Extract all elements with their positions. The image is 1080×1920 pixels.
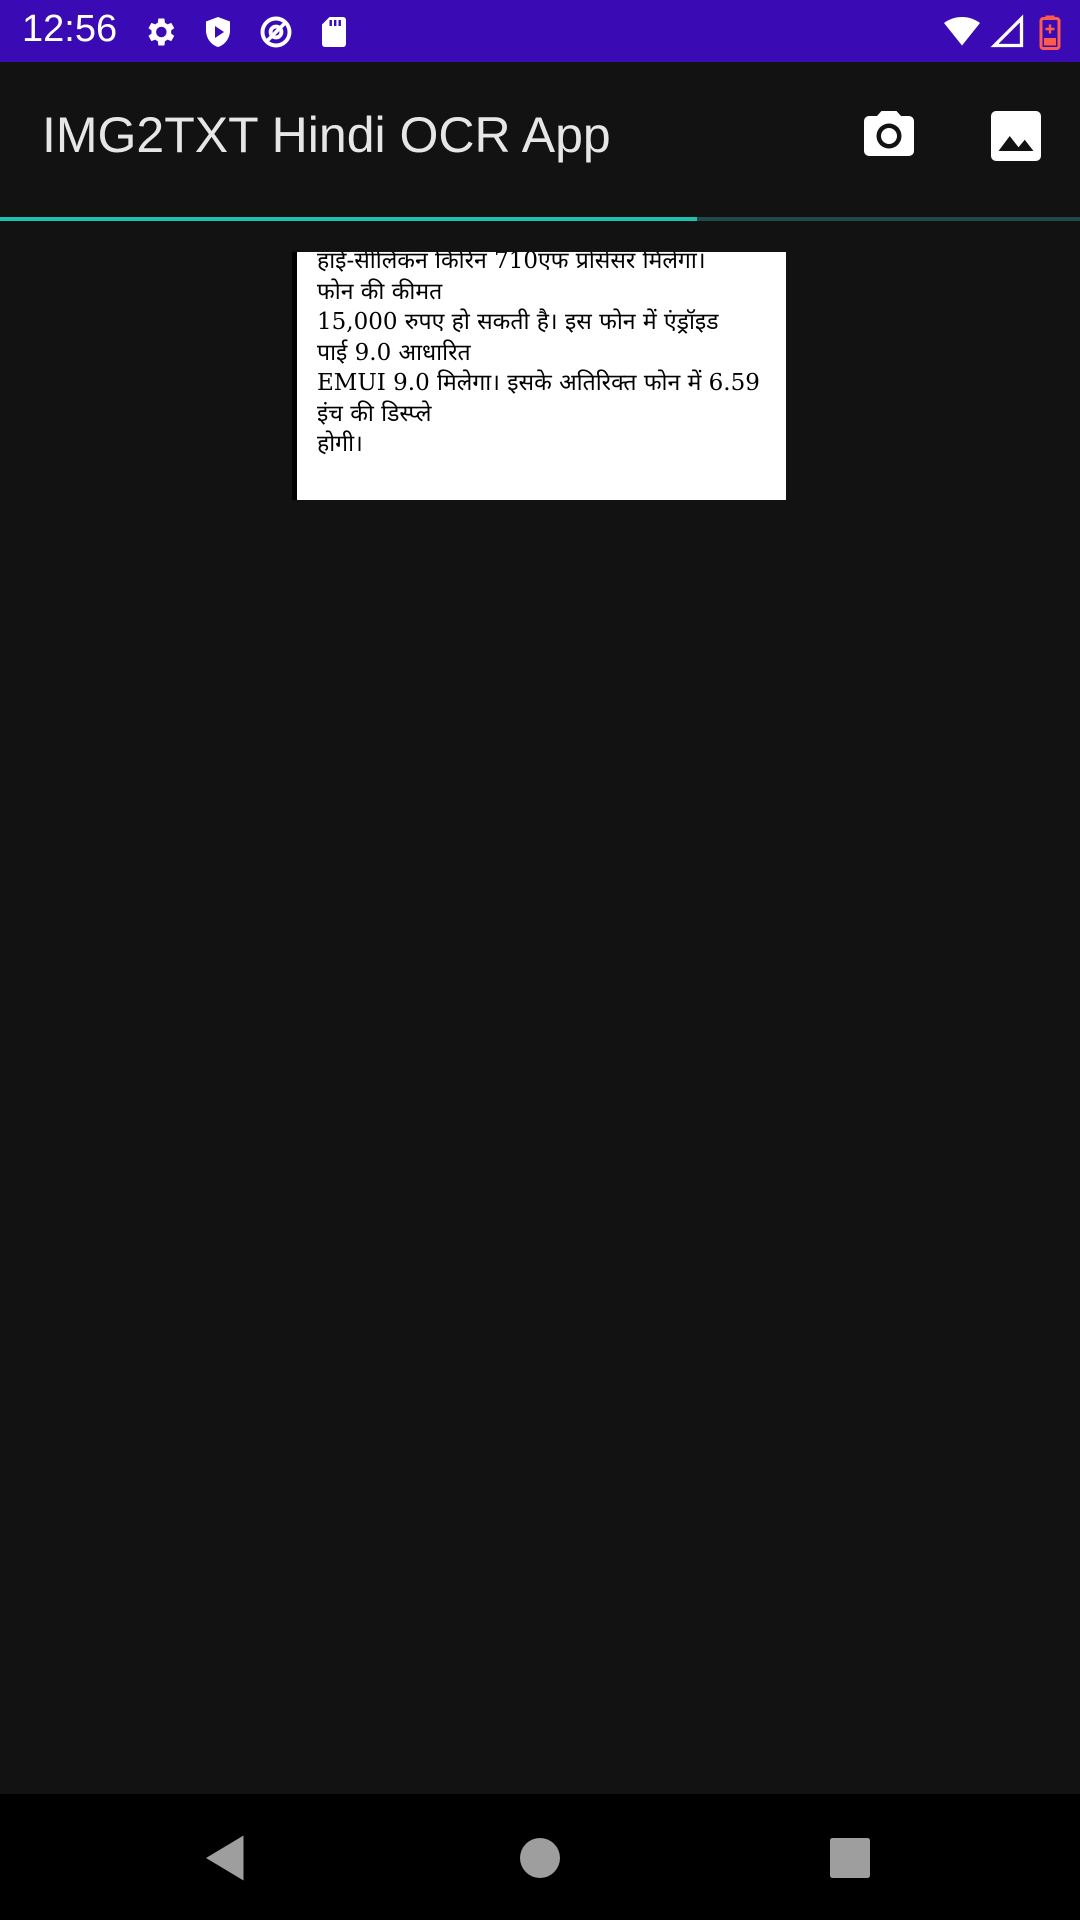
settings-icon [148,18,175,46]
app-bar: IMG2TXT Hindi OCR App [0,62,1080,218]
progress-bar [0,217,1080,221]
status-bar: 12:56 [0,0,1080,62]
recents-icon[interactable] [820,1828,880,1888]
wifi-icon [944,17,980,46]
battery-low-icon [1039,15,1061,50]
app-title: IMG2TXT Hindi OCR App [42,107,611,163]
sd-card-icon [322,17,346,47]
ocr-source-image[interactable]: हाई-सीलिकन किरिन 710एफ प्रोसेसर मिलेगा। … [292,252,786,500]
back-icon[interactable] [196,1828,256,1888]
home-icon[interactable] [510,1828,570,1888]
navigation-bar [0,1794,1080,1920]
ocr-image-text: हाई-सीलिकन किरिन 710एफ प्रोसेसर मिलेगा। … [317,252,760,457]
progress-fill [0,217,697,221]
at-sign-icon [260,16,292,48]
cellular-signal-icon [990,14,1024,48]
shield-play-icon [206,17,230,47]
gallery-image-icon[interactable] [986,106,1046,166]
camera-icon[interactable] [859,106,919,166]
status-time: 12:56 [22,8,118,50]
